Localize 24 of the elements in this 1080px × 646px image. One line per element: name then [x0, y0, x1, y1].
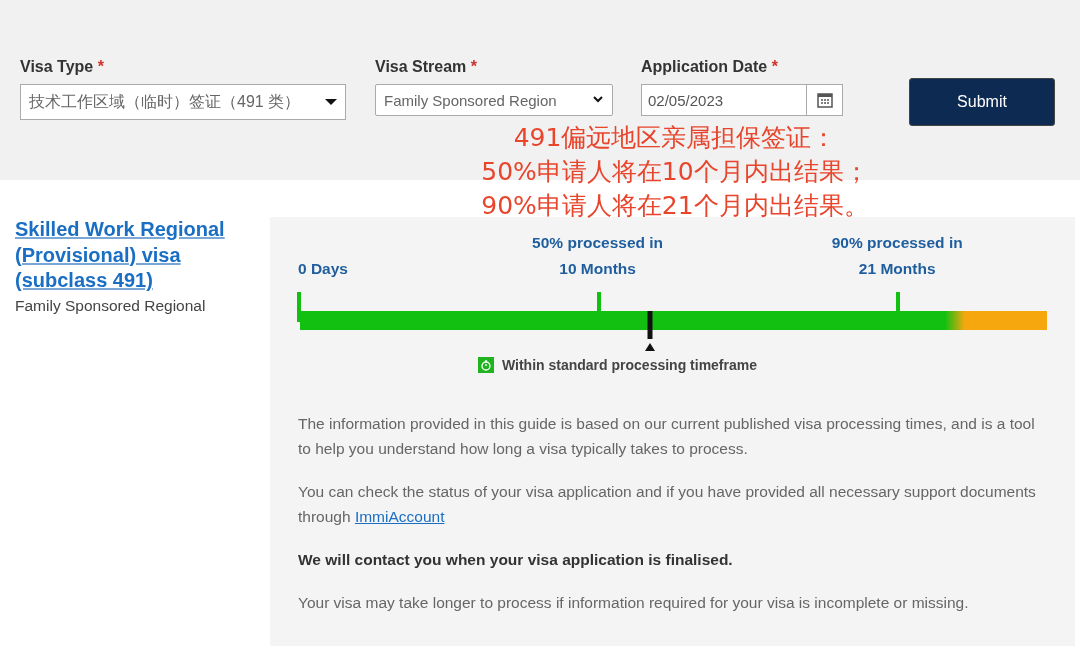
visa-title-link[interactable]: Skilled Work Regional (Provisional) visa (subclass 491) — [15, 217, 230, 294]
submit-button[interactable]: Submit — [909, 78, 1055, 126]
field-label: Visa Type * — [20, 58, 105, 76]
visa-stream-text: Family Sponsored Regional — [15, 296, 207, 315]
calendar-button[interactable] — [807, 84, 843, 116]
visa-type-select[interactable]: 技术工作区域（临时）签证（491 类） — [20, 84, 346, 120]
immiaccount-link[interactable]: ImmiAccount — [354, 508, 445, 525]
milestone-label: 0 Days — [298, 259, 348, 279]
info-paragraph: Your visa may take longer to process if information required for your visa is incomplete or missing. — [298, 593, 970, 613]
calendar-icon — [816, 92, 833, 108]
legend-text: Within standard processing timeframe — [501, 357, 757, 373]
milestone-label: 90% processed in 21 Months — [831, 233, 963, 279]
milestone-label: 50% processed in 10 Months — [532, 233, 664, 279]
caret-icon — [325, 98, 337, 106]
annotation-text: 491偏远地区亲属担保签证： 50%申请人将在10个月内出结果； 90%申请人将在21个月内出结果。 — [480, 122, 870, 222]
date-field[interactable]: 02/05/2023 — [641, 84, 807, 116]
info-paragraph: We will contact you when your visa application is finalised. — [298, 550, 734, 570]
info-paragraph: You can check the status of your visa application and if you have provided all necessary support documents through ImmiAccount — [298, 482, 1037, 527]
field-label: Application Date * — [641, 58, 779, 76]
field-label: Visa Stream * — [375, 58, 478, 76]
visa-stream-select[interactable]: Family Sponsored Region — [375, 84, 613, 116]
chevron-icon — [592, 96, 604, 104]
timer-icon — [477, 357, 494, 373]
info-paragraph: The information provided in this guide is based on our current published visa processing times, and is a tool to help you understand how long a visa typically takes to process. — [298, 414, 1036, 459]
